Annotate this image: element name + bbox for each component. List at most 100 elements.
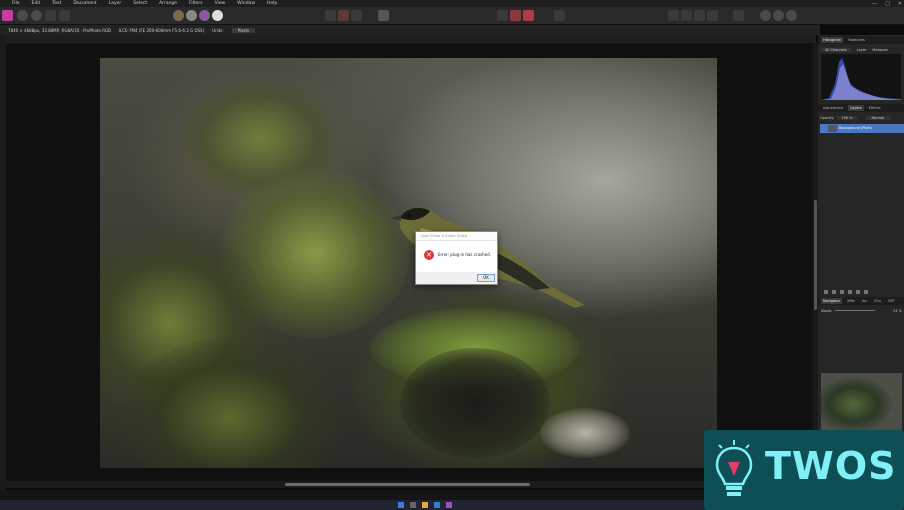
arrange-back-icon[interactable]	[668, 10, 679, 21]
tab-32p[interactable]: 32P	[886, 298, 897, 304]
persona-tonemap-icon[interactable]	[45, 10, 56, 21]
histogram-layer-option[interactable]: Layer	[857, 48, 867, 52]
units-select[interactable]: Pixels	[231, 27, 256, 33]
arrange-front-icon[interactable]	[707, 10, 718, 21]
menu-bar: File Edit Text Document Layer Select Arr…	[0, 0, 904, 7]
menu-document[interactable]: Document	[73, 0, 96, 7]
auto-levels-icon[interactable]	[173, 10, 184, 21]
document-tab[interactable]: DSC07273.ARW (Modified) (24.3%)	[6, 35, 816, 51]
close-button[interactable]: ✕	[898, 1, 902, 7]
context-toolbar: 7840 × 4688px, 33.88MP, RGBA/16 · ProPho…	[0, 25, 820, 35]
opacity-select[interactable]: 100 %	[837, 116, 857, 120]
vertical-scrollbar-thumb[interactable]	[814, 200, 817, 310]
photo-canvas[interactable]	[100, 58, 717, 468]
tab-chn[interactable]: Chn	[872, 298, 883, 304]
layer-delete-icon[interactable]	[864, 289, 868, 294]
minimize-button[interactable]: —	[872, 1, 877, 7]
watermark-text: TWOS	[765, 444, 897, 488]
menu-window[interactable]: Window	[237, 0, 255, 7]
dialog-body: ✕ Error: plug-in has crashed.	[416, 241, 497, 272]
dialog-title: Open Photo & Editor Failed	[416, 232, 497, 241]
zoom-value[interactable]: 24 %	[893, 309, 902, 313]
histogram-tabs: Histogram Swatches	[818, 36, 904, 44]
auto-contrast-icon[interactable]	[186, 10, 197, 21]
tab-xme[interactable]: XMe	[845, 298, 857, 304]
persona-photo-icon[interactable]	[2, 10, 13, 21]
menu-layer[interactable]: Layer	[109, 0, 122, 7]
arrange-forward-icon[interactable]	[694, 10, 705, 21]
zoom-slider[interactable]	[835, 310, 876, 311]
blend-mode-select[interactable]: Normal	[865, 116, 891, 120]
auto-colors-icon[interactable]	[199, 10, 210, 21]
menu-file[interactable]: File	[12, 0, 20, 7]
menu-edit[interactable]: Edit	[32, 0, 41, 7]
quick-mask-icon[interactable]	[378, 10, 389, 21]
histogram-plot	[821, 58, 901, 100]
horizontal-scrollbar-thumb[interactable]	[285, 483, 530, 486]
menu-arrange[interactable]: Arrange	[159, 0, 177, 7]
snapping-icon[interactable]	[510, 10, 521, 21]
selection-brush-icon[interactable]	[338, 10, 349, 21]
dialog-message: Error: plug-in has crashed.	[438, 252, 491, 257]
tab-swatches[interactable]: Swatches	[846, 37, 867, 43]
boolean-subtract-icon[interactable]	[773, 10, 784, 21]
force-pixel-icon[interactable]	[523, 10, 534, 21]
start-icon[interactable]	[398, 502, 404, 508]
tab-layers[interactable]: Layers	[848, 105, 864, 111]
layer-thumbnail	[828, 125, 837, 132]
layer-mask-icon[interactable]	[840, 289, 844, 294]
browser-icon[interactable]	[434, 502, 440, 508]
units-label: Units:	[212, 27, 224, 33]
main-toolbar	[0, 7, 904, 25]
tab-effects[interactable]: Effects	[867, 105, 883, 111]
refine-selection-icon[interactable]	[351, 10, 362, 21]
layer-name: Background (Pixel)	[839, 126, 872, 130]
layer-group-icon[interactable]	[848, 289, 852, 294]
maximize-button[interactable]: □	[885, 1, 890, 7]
error-dialog: Open Photo & Editor Failed ✕ Error: plug…	[415, 231, 498, 285]
persona-develop-icon[interactable]	[31, 10, 42, 21]
layer-fx-icon[interactable]	[832, 289, 836, 294]
menu-view[interactable]: View	[215, 0, 226, 7]
search-icon[interactable]	[410, 502, 416, 508]
explorer-icon[interactable]	[422, 502, 428, 508]
dialog-footer: OK	[416, 272, 497, 284]
tab-histogram[interactable]: Histogram	[821, 37, 844, 43]
arrange-backward-icon[interactable]	[681, 10, 692, 21]
marquee-icon[interactable]	[325, 10, 336, 21]
zoom-label: Zoom:	[821, 308, 833, 313]
histogram-graph	[821, 54, 901, 100]
document-info: 7840 × 4688px, 33.88MP, RGBA/16 · ProPho…	[8, 27, 111, 33]
layers-tabs: Adjustment Layers Effects	[818, 104, 904, 112]
histogram-options: All Channels Layer Marquee	[821, 46, 901, 53]
navigator-thumbnail[interactable]	[821, 373, 902, 430]
layer-add-icon[interactable]	[856, 289, 860, 294]
menu-select[interactable]: Select	[133, 0, 147, 7]
menu-filters[interactable]: Filters	[189, 0, 203, 7]
persona-liquify-icon[interactable]	[17, 10, 28, 21]
boolean-add-icon[interactable]	[760, 10, 771, 21]
opacity-label: Opacity:	[820, 116, 835, 120]
grid-icon[interactable]	[497, 10, 508, 21]
affinity-photo-icon[interactable]	[446, 502, 452, 508]
tab-inc[interactable]: Inc	[860, 298, 869, 304]
boolean-intersect-icon[interactable]	[786, 10, 797, 21]
align-icon[interactable]	[733, 10, 744, 21]
menu-help[interactable]: Help	[267, 0, 277, 7]
camera-info: ILCE-7M4 (FE 200-600mm F5.6-6.3 G OSS)	[118, 27, 205, 33]
ok-button[interactable]: OK	[477, 274, 495, 282]
tab-navigator[interactable]: Navigator	[821, 298, 843, 304]
assistant-icon[interactable]	[554, 10, 565, 21]
menu-text[interactable]: Text	[52, 0, 61, 7]
layer-options: Opacity: 100 % Normal	[820, 114, 904, 122]
log-shadow	[400, 348, 550, 458]
tab-adjustment[interactable]: Adjustment	[821, 105, 845, 111]
histogram-channel-select[interactable]: All Channels	[821, 47, 851, 52]
navigator-tabs: Navigator XMe Inc Chn 32P	[818, 297, 904, 305]
layer-adjust-icon[interactable]	[824, 289, 828, 294]
layers-footer	[820, 288, 904, 295]
histogram-marquee-option[interactable]: Marquee	[872, 48, 887, 52]
auto-white-balance-icon[interactable]	[212, 10, 223, 21]
dry-leaf	[540, 408, 630, 458]
share-icon[interactable]	[59, 10, 70, 21]
